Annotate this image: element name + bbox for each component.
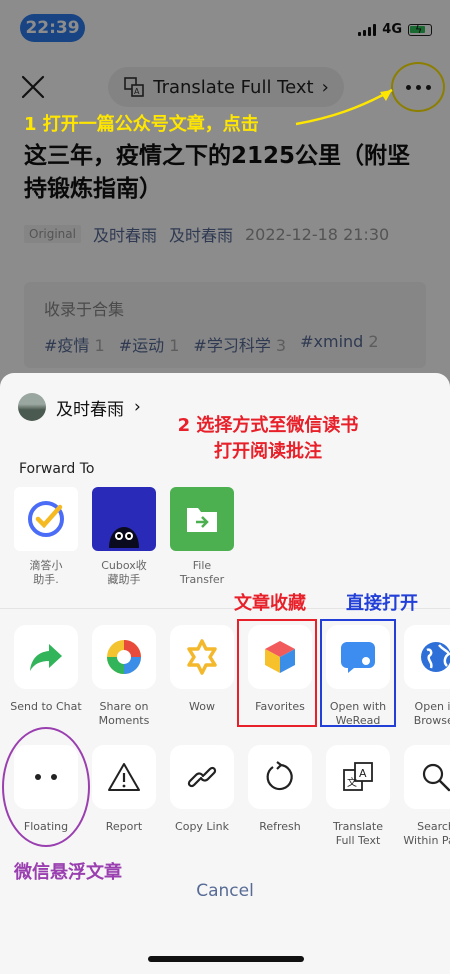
forward-target-cubox[interactable]: Cubox收 藏助手 (92, 487, 156, 587)
forward-label: Cubox收 藏助手 (101, 559, 147, 586)
tag-item[interactable]: #运动 1 (119, 332, 180, 356)
forward-target-file-transfer[interactable]: File Transfer (170, 487, 234, 587)
account-row[interactable]: 及时春雨 › (18, 393, 141, 421)
author-name[interactable]: 及时春雨 (93, 222, 157, 246)
action-label: Copy Link (175, 820, 229, 833)
translate-pill-label: Translate Full Text (153, 76, 314, 98)
article-title: 这三年，疫情之下的2125公里（附坚持锻炼指南） (24, 143, 411, 202)
home-indicator (148, 956, 304, 962)
article-meta: Original 及时春雨 及时春雨 2022-12-18 21:30 (24, 222, 389, 246)
wow-button[interactable]: Wow (170, 625, 234, 728)
tag-item[interactable]: #疫情 1 (44, 332, 105, 356)
globe-icon (404, 625, 450, 689)
forward-row: 滴答小 助手. Cubox收 藏助手 File Transfer (14, 487, 234, 587)
share-moments-button[interactable]: Share on Moments (92, 625, 156, 728)
annotation-favorites: 文章收藏 (234, 593, 306, 614)
share-sheet: 及时春雨 › 2 选择方式至微信读书 打开阅读批注 Forward To 滴答小… (0, 373, 450, 974)
action-label: Share on Moments (98, 700, 150, 727)
annotation-open: 直接打开 (346, 593, 418, 614)
search-icon (404, 745, 450, 809)
warning-icon (92, 745, 156, 809)
signal-icon (358, 23, 377, 36)
collection-head: 收录于合集 (44, 300, 125, 319)
annotation-open-box (320, 619, 396, 727)
action-label: Wow (189, 700, 215, 713)
wow-icon (170, 625, 234, 689)
action-label: Search Within Page (403, 820, 450, 847)
network-label: 4G (382, 22, 402, 37)
translate-full-text-button[interactable]: A文 Translate Full Text (326, 745, 390, 848)
status-icons: 4G ϟ (358, 22, 432, 37)
sheet-account-name: 及时春雨 (56, 399, 124, 420)
annotation-step2: 2 选择方式至微信读书 打开阅读批注 (177, 415, 359, 462)
avatar (18, 393, 46, 421)
forward-target-dida[interactable]: 滴答小 助手. (14, 487, 78, 587)
account-name-link[interactable]: 及时春雨 (169, 222, 233, 246)
forward-label: File Transfer (179, 559, 225, 586)
annotation-favorites-box (237, 619, 317, 727)
chevron-right-icon: › (134, 397, 141, 417)
dida-app-icon (14, 487, 78, 551)
annotation-floating-circle (2, 727, 90, 847)
refresh-icon (248, 745, 312, 809)
annotation-step1: 1 打开一篇公众号文章，点击 (24, 114, 259, 135)
link-icon (170, 745, 234, 809)
svg-text:文: 文 (347, 776, 357, 789)
cubox-app-icon (92, 487, 156, 551)
translate-icon: A文 (326, 745, 390, 809)
action-label: Send to Chat (10, 700, 82, 713)
action-label: Refresh (259, 820, 301, 833)
publish-date: 2022-12-18 21:30 (245, 224, 390, 244)
svg-text:A: A (134, 87, 140, 96)
svg-text:A: A (359, 767, 367, 780)
battery-icon: ϟ (408, 23, 432, 36)
share-arrow-icon (14, 625, 78, 689)
cancel-button[interactable]: Cancel (0, 881, 450, 901)
tag-item[interactable]: #xmind 2 (300, 332, 378, 356)
copy-link-button[interactable]: Copy Link (170, 745, 234, 848)
file-transfer-icon (170, 487, 234, 551)
translate-icon: A (124, 77, 145, 97)
forward-label: 滴答小 助手. (29, 559, 63, 586)
action-label: Report (105, 820, 143, 833)
translate-full-text-pill[interactable]: A Translate Full Text › (108, 67, 344, 107)
action-label: Translate Full Text (333, 820, 383, 847)
forward-to-label: Forward To (19, 461, 95, 477)
send-to-chat-button[interactable]: Send to Chat (10, 625, 82, 728)
moments-icon (92, 625, 156, 689)
action-label: Open in Browser (413, 700, 450, 727)
tag-list: #疫情 1 #运动 1 #学习科学 3 #xmind 2 (44, 332, 406, 356)
open-in-browser-button[interactable]: Open in Browser (404, 625, 450, 728)
report-button[interactable]: Report (92, 745, 156, 848)
status-time: 22:39 (20, 14, 85, 42)
tag-item[interactable]: #学习科学 3 (193, 332, 286, 356)
original-badge: Original (24, 225, 81, 243)
more-menu-button[interactable] (391, 62, 445, 112)
refresh-button[interactable]: Refresh (248, 745, 312, 848)
collection-box: 收录于合集 #疫情 1 #运动 1 #学习科学 3 #xmind 2 (24, 282, 426, 368)
more-dots-icon (405, 84, 431, 90)
close-icon[interactable] (20, 74, 46, 100)
search-within-page-button[interactable]: Search Within Page (403, 745, 450, 848)
chevron-right-icon: › (321, 76, 329, 98)
